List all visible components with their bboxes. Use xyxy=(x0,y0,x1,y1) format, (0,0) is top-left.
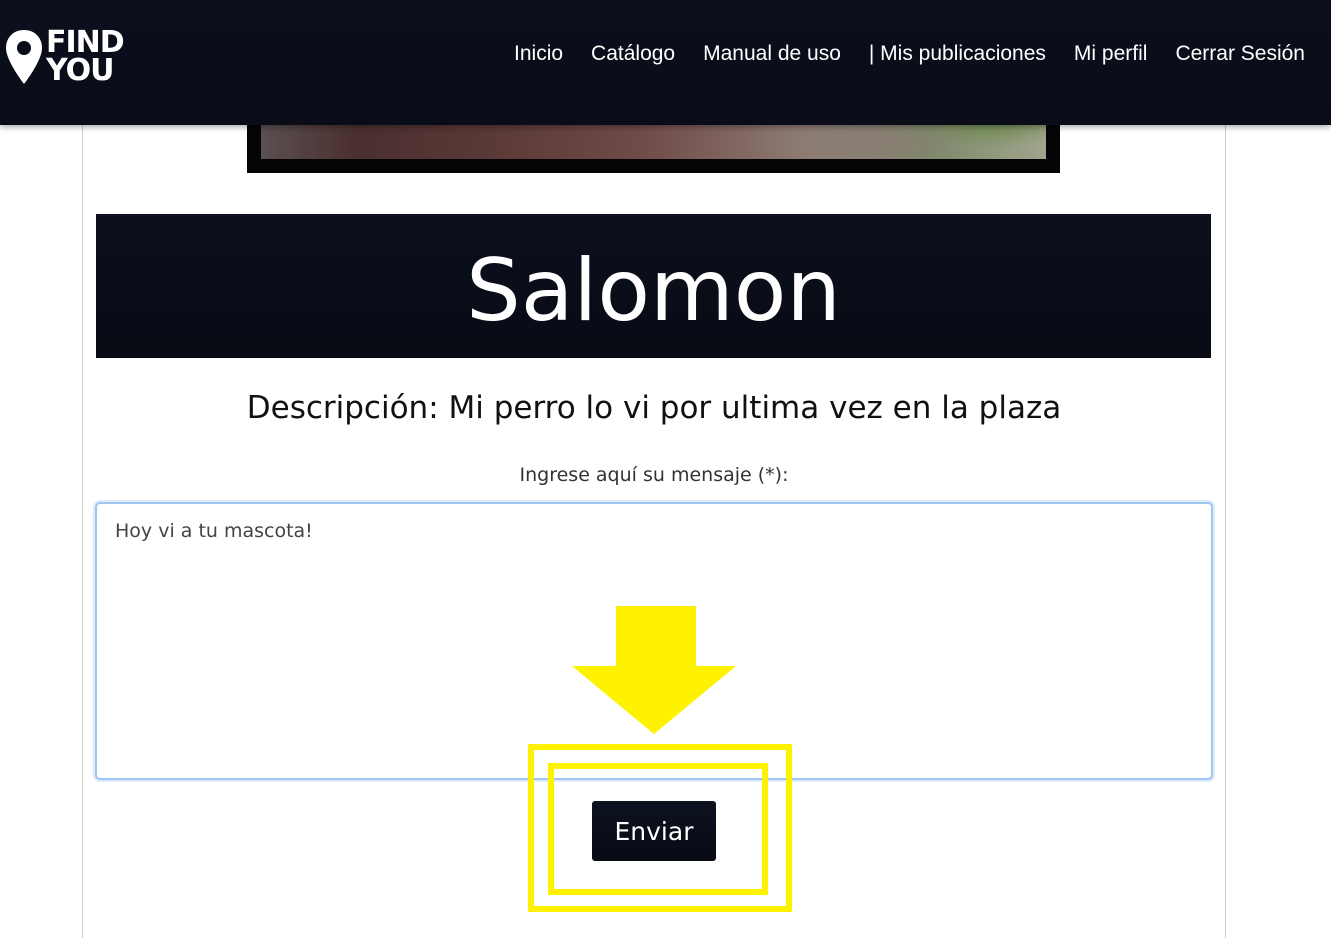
logo[interactable]: FIND YOU xyxy=(4,26,125,88)
logo-text-line2: YOU xyxy=(46,53,115,88)
location-pin-icon xyxy=(6,30,42,84)
pet-description: Descripción: Mi perro lo vi por ultima v… xyxy=(246,390,1062,426)
nav-links: Inicio Catálogo Manual de uso | Mis publ… xyxy=(500,40,1319,68)
nav-link-mi-perfil[interactable]: Mi perfil xyxy=(1060,40,1162,68)
nav-link-manual[interactable]: Manual de uso xyxy=(689,40,855,68)
message-label: Ingrese aquí su mensaje (*): xyxy=(519,464,789,486)
nav-link-inicio[interactable]: Inicio xyxy=(500,40,577,68)
pet-name-banner: Salomon xyxy=(96,214,1211,358)
nav-link-catalogo[interactable]: Catálogo xyxy=(577,40,689,68)
pet-name: Salomon xyxy=(466,241,841,341)
navbar: FIND YOU Inicio Catálogo Manual de uso |… xyxy=(0,0,1331,125)
logo-text: FIND YOU xyxy=(46,28,125,88)
page: FIND YOU Inicio Catálogo Manual de uso |… xyxy=(0,0,1331,938)
nav-link-mis-publicaciones[interactable]: | Mis publicaciones xyxy=(855,40,1060,68)
send-button[interactable]: Enviar xyxy=(592,801,716,861)
down-arrow-icon xyxy=(572,606,736,734)
nav-link-cerrar-sesion[interactable]: Cerrar Sesión xyxy=(1161,40,1319,68)
